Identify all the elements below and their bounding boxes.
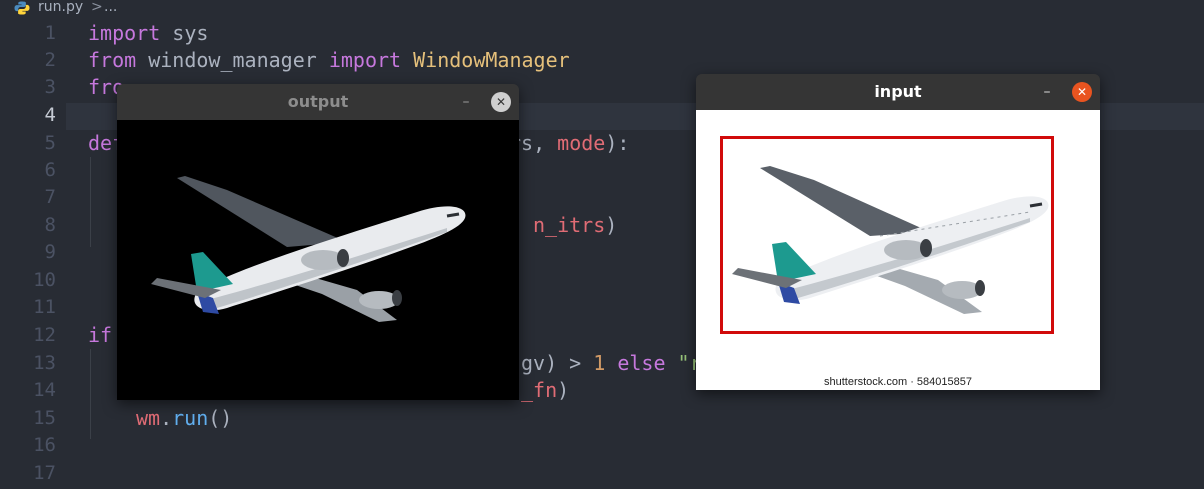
line-number: 17	[33, 462, 56, 484]
output-window[interactable]: output – ✕	[117, 84, 519, 400]
line-number: 16	[33, 434, 56, 456]
indent-guide	[90, 157, 91, 247]
line-number: 15	[33, 407, 56, 429]
minimize-button[interactable]: –	[1038, 83, 1056, 101]
line-number-active: 4	[44, 104, 56, 126]
close-button[interactable]: ✕	[1072, 82, 1092, 102]
minimize-button[interactable]: –	[457, 93, 475, 111]
line-number: 8	[44, 214, 56, 236]
input-image-canvas: shutterstock.com · 584015857	[696, 110, 1100, 390]
output-titlebar[interactable]: output – ✕	[117, 84, 519, 120]
breadcrumb-file[interactable]: run.py	[38, 0, 83, 15]
input-window[interactable]: input – ✕ shutterstock.com · 584015857	[696, 74, 1100, 390]
code-line-2: from window_manager import WindowManager	[88, 48, 570, 72]
line-number: 2	[44, 49, 56, 71]
airplane-silhouette-icon	[151, 176, 466, 322]
input-titlebar[interactable]: input – ✕	[696, 74, 1100, 110]
line-number: 14	[33, 379, 56, 401]
line-number: 3	[44, 76, 56, 98]
close-button[interactable]: ✕	[491, 92, 511, 112]
code-line-5-visible-tail: rs, mode):	[509, 131, 630, 155]
breadcrumb-separator: >	[91, 0, 103, 15]
line-number: 10	[33, 269, 56, 291]
code-line-15: wm.run()	[136, 406, 233, 430]
line-number: 9	[44, 241, 56, 263]
line-number: 6	[44, 159, 56, 181]
line-number: 13	[33, 352, 56, 374]
indent-guide	[90, 349, 91, 439]
line-number: 7	[44, 186, 56, 208]
breadcrumb: run.py > ...	[0, 0, 1204, 16]
breadcrumb-more[interactable]: ...	[104, 0, 117, 15]
selection-rectangle	[720, 136, 1054, 334]
code-line-13-visible-tail: gv) > 1 else "r	[521, 351, 702, 375]
code-line-14-visible-tail: _fn)	[521, 378, 570, 402]
code-line-8-visible-tail: n_itrs)	[533, 213, 618, 237]
code-line-12: if	[88, 323, 113, 347]
code-line-1: import sys	[88, 21, 209, 45]
watermark-text: shutterstock.com · 584015857	[824, 376, 972, 388]
output-image-canvas	[117, 120, 519, 400]
line-number: 12	[33, 324, 56, 346]
python-file-icon	[14, 1, 30, 15]
line-number: 11	[33, 296, 56, 318]
line-number: 5	[44, 132, 56, 154]
line-number: 1	[44, 22, 56, 44]
